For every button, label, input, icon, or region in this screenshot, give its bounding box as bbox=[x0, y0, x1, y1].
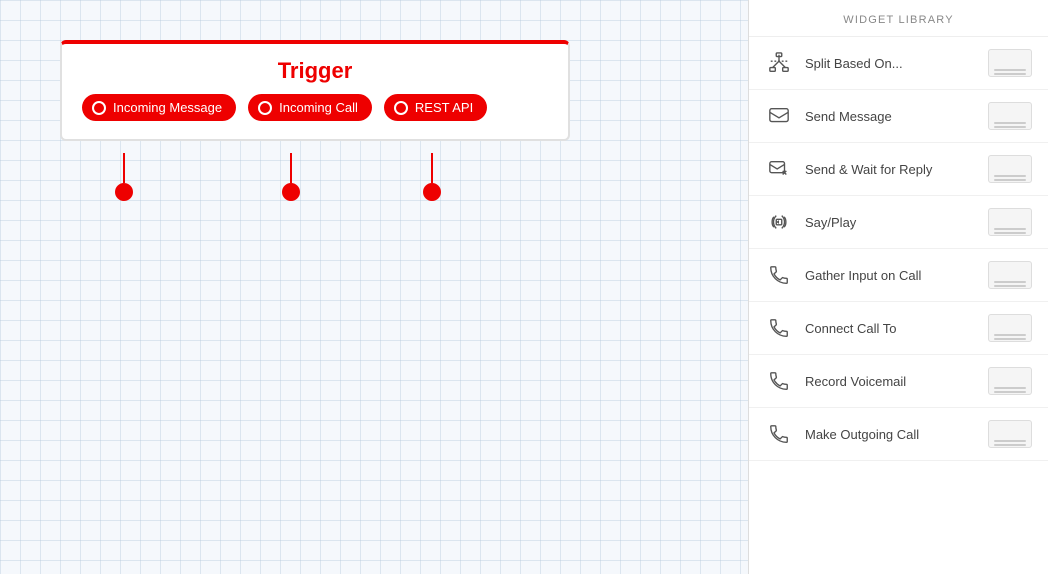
incoming-call-label: Incoming Call bbox=[279, 100, 358, 115]
widget-label-connect-call: Connect Call To bbox=[805, 321, 976, 336]
record-voicemail-icon bbox=[765, 367, 793, 395]
widget-item-record-voicemail[interactable]: Record Voicemail bbox=[749, 355, 1048, 408]
incoming-message-button[interactable]: Incoming Message bbox=[82, 94, 236, 121]
widget-label-send-message: Send Message bbox=[805, 109, 976, 124]
split-icon bbox=[765, 49, 793, 77]
widget-label-say-play: Say/Play bbox=[805, 215, 976, 230]
widget-thumb-split bbox=[988, 49, 1032, 77]
incoming-message-label: Incoming Message bbox=[113, 100, 222, 115]
incoming-call-button[interactable]: Incoming Call bbox=[248, 94, 372, 121]
trigger-buttons: Incoming Message Incoming Call REST API bbox=[62, 94, 568, 139]
connector-line-1 bbox=[123, 153, 125, 183]
rest-api-label: REST API bbox=[415, 100, 473, 115]
widget-item-send-wait[interactable]: Send & Wait for Reply bbox=[749, 143, 1048, 196]
send-message-icon bbox=[765, 102, 793, 130]
connectors-area bbox=[60, 153, 570, 203]
connector-line-2 bbox=[290, 153, 292, 183]
canvas-area[interactable]: Trigger Incoming Message Incoming Call R… bbox=[0, 0, 748, 574]
widget-item-make-outgoing[interactable]: Make Outgoing Call bbox=[749, 408, 1048, 461]
widget-thumb-make-outgoing bbox=[988, 420, 1032, 448]
widget-label-send-wait: Send & Wait for Reply bbox=[805, 162, 976, 177]
widget-label-make-outgoing: Make Outgoing Call bbox=[805, 427, 976, 442]
connector-3 bbox=[423, 153, 441, 201]
widget-library-sidebar: WIDGET LIBRARY Split Based On... Send Me… bbox=[748, 0, 1048, 574]
trigger-widget: Trigger Incoming Message Incoming Call R… bbox=[60, 40, 570, 141]
gather-input-icon bbox=[765, 261, 793, 289]
widget-thumb-say-play bbox=[988, 208, 1032, 236]
connector-circle-3 bbox=[423, 183, 441, 201]
widget-thumb-record-voicemail bbox=[988, 367, 1032, 395]
widget-label-split: Split Based On... bbox=[805, 56, 976, 71]
connector-2 bbox=[282, 153, 300, 201]
connector-circle-1 bbox=[115, 183, 133, 201]
connect-call-icon bbox=[765, 314, 793, 342]
widget-label-record-voicemail: Record Voicemail bbox=[805, 374, 976, 389]
say-play-icon bbox=[765, 208, 793, 236]
widget-thumb-connect-call bbox=[988, 314, 1032, 342]
send-wait-icon bbox=[765, 155, 793, 183]
sidebar-header: WIDGET LIBRARY bbox=[749, 0, 1048, 37]
widget-item-send-message[interactable]: Send Message bbox=[749, 90, 1048, 143]
trigger-title: Trigger bbox=[62, 44, 568, 94]
connector-line-3 bbox=[431, 153, 433, 183]
make-outgoing-icon bbox=[765, 420, 793, 448]
connector-1 bbox=[115, 153, 133, 201]
widget-item-split-based-on[interactable]: Split Based On... bbox=[749, 37, 1048, 90]
widget-label-gather-input: Gather Input on Call bbox=[805, 268, 976, 283]
widget-thumb-send-message bbox=[988, 102, 1032, 130]
widget-item-gather-input[interactable]: Gather Input on Call bbox=[749, 249, 1048, 302]
rest-api-button[interactable]: REST API bbox=[384, 94, 487, 121]
btn-dot-3 bbox=[394, 101, 408, 115]
connector-circle-2 bbox=[282, 183, 300, 201]
widget-item-connect-call[interactable]: Connect Call To bbox=[749, 302, 1048, 355]
btn-dot-1 bbox=[92, 101, 106, 115]
widget-thumb-send-wait bbox=[988, 155, 1032, 183]
widget-item-say-play[interactable]: Say/Play bbox=[749, 196, 1048, 249]
btn-dot-2 bbox=[258, 101, 272, 115]
widget-thumb-gather-input bbox=[988, 261, 1032, 289]
